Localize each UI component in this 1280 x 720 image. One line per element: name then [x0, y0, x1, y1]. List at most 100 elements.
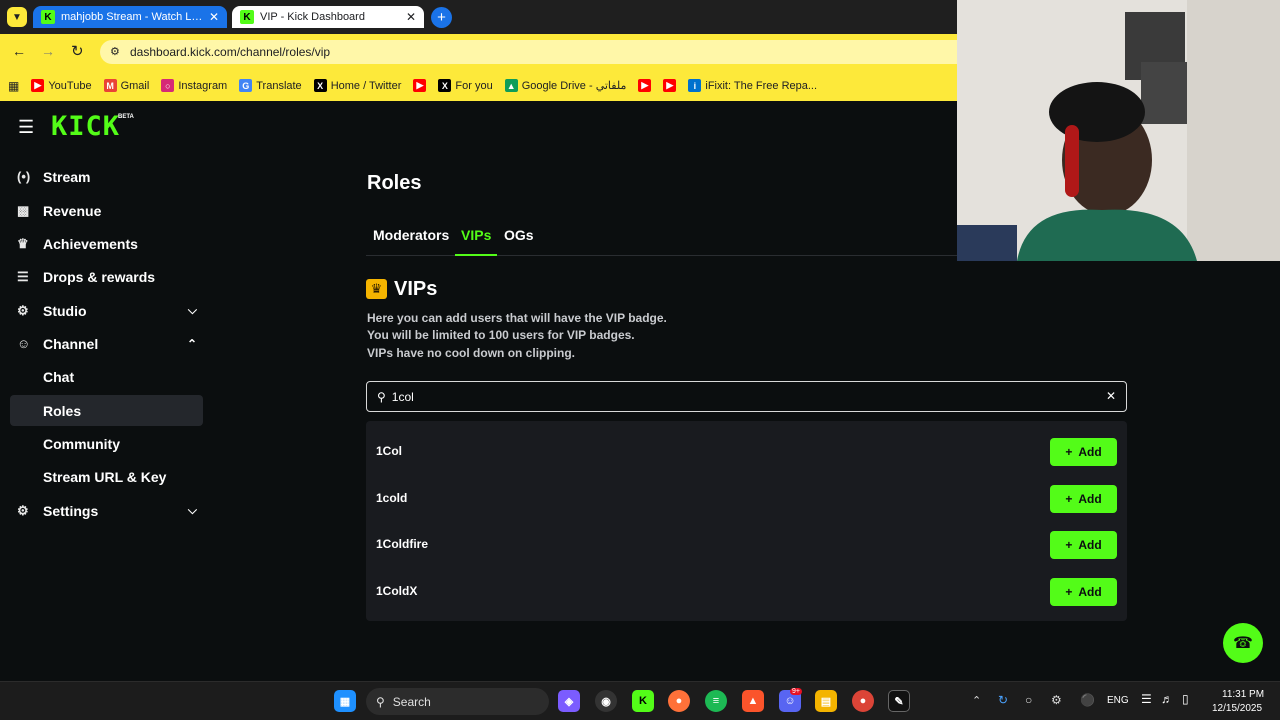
file-explorer-icon[interactable]: ▤ — [815, 690, 837, 712]
windows-taskbar: ▦ ⚲ Search ◈ ◉ K ● ≡ ▲ ☺ 9+ ▤ ● ✎ ⌃ ↻ ○ … — [0, 681, 1280, 720]
tray-chevron-icon[interactable]: ⌃ — [972, 694, 981, 707]
bookmark-youtube-4[interactable]: ▶ — [663, 79, 677, 92]
wifi-icon[interactable]: ☰ — [1141, 692, 1152, 706]
tray-circle-icon[interactable]: ○ — [1025, 693, 1032, 707]
discord-notification-badge: 9+ — [790, 688, 802, 695]
bookmark-for-you[interactable]: X For you — [438, 79, 493, 92]
bookmark-youtube-3[interactable]: ▶ — [638, 79, 652, 92]
search-results-list: 1Col + Add 1cold + Add 1Coldfire + Add 1Col… — [366, 421, 1127, 621]
add-user-button[interactable]: + Add — [1050, 485, 1117, 513]
sidebar-item-revenue[interactable]: ▩ Revenue — [10, 195, 203, 226]
clock-time[interactable]: 11:31 PM — [1222, 689, 1264, 700]
google-drive-icon: ▲ — [504, 79, 518, 92]
plus-icon: + — [1065, 585, 1073, 599]
back-icon[interactable]: ← — [12, 43, 26, 59]
volume-icon[interactable]: ♬ — [1161, 692, 1173, 706]
url-text: dashboard.kick.com/channel/roles/vip — [130, 45, 331, 59]
capcut-icon[interactable]: ✎ — [888, 690, 910, 712]
bookmark-ifixit[interactable]: i iFixit: The Free Repa... — [688, 79, 817, 92]
obs-icon[interactable]: ◉ — [595, 690, 617, 712]
forward-icon[interactable]: → — [41, 43, 55, 59]
kick-logo[interactable]: KICK — [51, 111, 120, 142]
beta-badge: BETA — [118, 114, 134, 120]
youtube-icon: ▶ — [31, 79, 45, 92]
bookmark-youtube[interactable]: ▶ YouTube — [31, 79, 92, 92]
taskbar-search[interactable]: ⚲ Search — [366, 688, 549, 715]
youtube-icon: ▶ — [638, 79, 652, 92]
gmail-icon: M — [103, 79, 117, 92]
bookmark-translate[interactable]: G Translate — [239, 79, 302, 92]
copilot-icon[interactable]: ◈ — [558, 690, 580, 712]
plus-icon: + — [1065, 538, 1073, 552]
reload-icon[interactable]: ↻ — [71, 42, 84, 60]
vip-description-line-1: Here you can add users that will have th… — [367, 311, 667, 325]
sidebar-item-community[interactable]: Community — [10, 428, 203, 459]
browser-tab-vip[interactable]: K VIP - Kick Dashboard ✕ — [232, 6, 424, 28]
kick-favicon-icon: K — [41, 10, 55, 24]
chevron-up-icon: ⌃ — [186, 336, 197, 351]
tab-moderators[interactable]: Moderators — [373, 227, 449, 243]
result-username: 1ColdX — [376, 584, 418, 598]
broadcast-icon: (•) — [17, 169, 31, 184]
add-user-button[interactable]: + Add — [1050, 438, 1117, 466]
site-info-icon[interactable]: ⚙ — [110, 45, 120, 58]
apps-grid-icon[interactable]: ▦ — [8, 79, 19, 93]
list-item: 1Col + Add — [366, 425, 1127, 471]
add-user-button[interactable]: + Add — [1050, 531, 1117, 559]
instagram-icon: ○ — [161, 79, 175, 92]
plus-icon: + — [1065, 492, 1073, 506]
clock-date[interactable]: 12/15/2025 — [1212, 703, 1262, 714]
chrome-icon[interactable]: ● — [852, 690, 874, 712]
tab-title: VIP - Kick Dashboard — [260, 11, 365, 23]
drops-icon: ☰ — [17, 268, 29, 284]
add-user-button[interactable]: + Add — [1050, 578, 1117, 606]
new-tab-button[interactable]: + — [431, 7, 452, 28]
tray-steam-icon[interactable]: ⚙ — [1051, 693, 1062, 707]
hamburger-menu-icon[interactable]: ☰ — [18, 117, 34, 138]
sidebar-item-stream-url-key[interactable]: Stream URL & Key — [10, 461, 203, 492]
battery-icon[interactable]: ▯ — [1182, 692, 1189, 706]
result-username: 1Coldfire — [376, 537, 429, 551]
sidebar-item-roles[interactable]: Roles — [10, 395, 203, 426]
sidebar-item-chat[interactable]: Chat — [10, 361, 203, 392]
tab-ogs[interactable]: OGs — [504, 227, 534, 243]
tray-mic-icon[interactable]: ⚫ — [1080, 693, 1095, 707]
sidebar-item-channel[interactable]: ☺ Channel ⌃ — [10, 328, 203, 359]
plus-icon: + — [1065, 445, 1073, 459]
tab-list-chevron[interactable]: ▼ — [7, 7, 27, 27]
bookmark-instagram[interactable]: ○ Instagram — [161, 79, 227, 92]
x-icon: X — [438, 79, 452, 92]
x-icon: X — [313, 79, 327, 92]
user-search-input[interactable]: ⚲ 1col ✕ — [366, 381, 1127, 412]
support-chat-button[interactable]: ☎ — [1223, 623, 1263, 663]
language-indicator[interactable]: ENG — [1107, 695, 1129, 706]
bookmark-gmail[interactable]: M Gmail — [103, 79, 149, 92]
spotify-icon[interactable]: ≡ — [705, 690, 727, 712]
tab-vips[interactable]: VIPs — [461, 227, 491, 243]
brave-icon[interactable]: ▲ — [742, 690, 764, 712]
list-item: 1ColdX + Add — [366, 565, 1127, 611]
crown-icon: ♛ — [366, 279, 387, 299]
result-username: 1cold — [376, 491, 408, 505]
page-title: Roles — [367, 172, 422, 194]
firefox-icon[interactable]: ● — [668, 690, 690, 712]
sidebar-item-stream[interactable]: (•) Stream — [10, 161, 203, 192]
bookmark-youtube-2[interactable]: ▶ — [413, 79, 427, 92]
chevron-down-icon: ⌵ — [187, 303, 197, 317]
bookmark-google-drive[interactable]: ▲ Google Drive - ملفاتي — [504, 79, 626, 92]
sidebar-item-studio[interactable]: ⚙ Studio ⌵ — [10, 295, 203, 326]
sidebar-item-achievements[interactable]: ♛ Achievements — [10, 228, 203, 259]
tab-close-icon[interactable]: ✕ — [406, 10, 416, 24]
tray-sync-icon[interactable]: ↻ — [998, 693, 1008, 707]
windows-start-icon[interactable]: ▦ — [334, 690, 356, 712]
vip-description-line-2: You will be limited to 100 users for VIP… — [367, 328, 635, 342]
clear-search-icon[interactable]: ✕ — [1106, 389, 1116, 403]
kick-app-icon[interactable]: K — [632, 690, 654, 712]
bookmark-twitter-home[interactable]: X Home / Twitter — [313, 79, 401, 92]
section-title: VIPs — [394, 278, 438, 300]
browser-tab-stream[interactable]: K mahjobb Stream - Watch Live o ✕ — [33, 6, 227, 28]
list-item: 1cold + Add — [366, 472, 1127, 518]
sidebar-item-settings[interactable]: ⚙ Settings ⌵ — [10, 495, 203, 526]
sidebar-item-drops-rewards[interactable]: ☰ Drops & rewards — [10, 261, 203, 292]
tab-close-icon[interactable]: ✕ — [209, 10, 219, 24]
